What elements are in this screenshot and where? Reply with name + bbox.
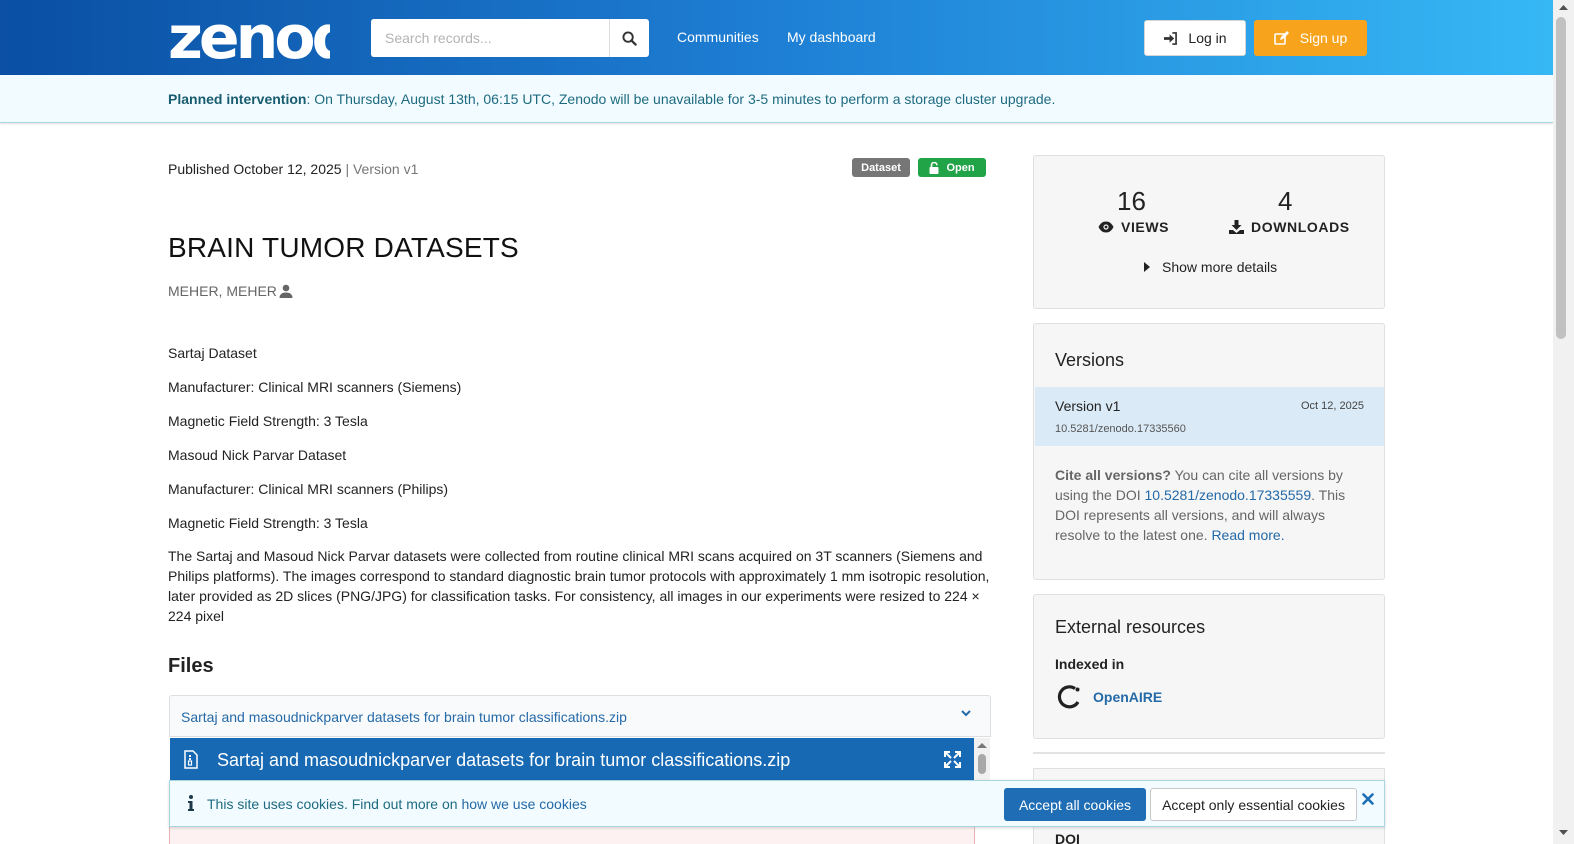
accept-all-cookies-button[interactable]: Accept all cookies bbox=[1004, 788, 1146, 821]
signup-button[interactable]: Sign up bbox=[1254, 20, 1367, 56]
downloads-label: DOWNLOADS bbox=[1229, 219, 1350, 235]
doi-label: DOI bbox=[1055, 831, 1080, 844]
top-header: zenodo Communities My dashboard Log in S… bbox=[0, 0, 1553, 75]
cookie-banner: This site uses cookies. Find out more on… bbox=[169, 780, 1385, 827]
publication-info: Published October 12, 2025 | Version v1 bbox=[168, 161, 418, 177]
stats-card: 16 VIEWS 4 DOWNLOADS Show more details bbox=[1033, 155, 1385, 309]
eye-icon bbox=[1098, 221, 1114, 233]
accept-essential-cookies-button[interactable]: Accept only essential cookies bbox=[1150, 788, 1357, 821]
indexed-in-label: Indexed in bbox=[1055, 656, 1125, 672]
cite-strong: Cite all versions? bbox=[1055, 467, 1171, 483]
maintenance-banner: Planned intervention: On Thursday, Augus… bbox=[0, 75, 1553, 123]
close-icon[interactable] bbox=[1362, 793, 1374, 805]
description-line: Magnetic Field Strength: 3 Tesla bbox=[168, 413, 368, 429]
search-icon bbox=[622, 30, 637, 46]
zenodo-logo[interactable]: zenodo bbox=[168, 4, 330, 64]
login-button[interactable]: Log in bbox=[1144, 20, 1246, 56]
sidebar-divider bbox=[1033, 752, 1385, 754]
cookie-policy-link[interactable]: how we use cookies bbox=[461, 796, 586, 812]
login-label: Log in bbox=[1188, 30, 1227, 46]
banner-message: : On Thursday, August 13th, 06:15 UTC, Z… bbox=[306, 91, 1056, 107]
download-icon bbox=[1229, 220, 1244, 234]
record-title: BRAIN TUMOR DATASETS bbox=[168, 232, 519, 263]
version-item[interactable]: Version v1 Oct 12, 2025 10.5281/zenodo.1… bbox=[1035, 387, 1384, 446]
creator-name: MEHER, MEHER bbox=[168, 283, 277, 299]
published-date: Published October 12, 2025 bbox=[168, 161, 342, 177]
banner-strong: Planned intervention bbox=[168, 91, 307, 107]
access-badge: Open bbox=[918, 158, 986, 177]
description-line: Magnetic Field Strength: 3 Tesla bbox=[168, 515, 368, 531]
read-more-link[interactable]: Read more. bbox=[1211, 527, 1284, 543]
search-box bbox=[371, 19, 649, 57]
description-line: Manufacturer: Clinical MRI scanners (Phi… bbox=[168, 481, 449, 497]
search-button[interactable] bbox=[609, 19, 649, 57]
page-scroll-thumb[interactable] bbox=[1556, 17, 1566, 339]
cookie-message: This site uses cookies. Find out more on bbox=[207, 796, 462, 812]
files-heading: Files bbox=[168, 655, 214, 677]
openaire-link[interactable]: OpenAIRE bbox=[1055, 683, 1162, 711]
description-line: Sartaj Dataset bbox=[168, 345, 257, 361]
signup-label: Sign up bbox=[1299, 30, 1348, 46]
expand-icon[interactable] bbox=[944, 751, 961, 768]
external-heading: External resources bbox=[1055, 617, 1206, 637]
sign-in-icon bbox=[1164, 31, 1178, 45]
preview-scrollbar[interactable] bbox=[974, 738, 990, 782]
cookie-text: This site uses cookies. Find out more on… bbox=[207, 796, 587, 812]
versions-heading: Versions bbox=[1055, 350, 1125, 370]
nav-communities[interactable]: Communities bbox=[677, 29, 759, 45]
cite-all-versions: Cite all versions? You can cite all vers… bbox=[1055, 465, 1367, 545]
banner-text: Planned intervention: On Thursday, Augus… bbox=[168, 91, 1055, 107]
chevron-down-icon bbox=[961, 710, 971, 717]
downloads-label-text: DOWNLOADS bbox=[1251, 219, 1350, 235]
show-more-details[interactable]: Show more details bbox=[1144, 259, 1277, 275]
openaire-label: OpenAIRE bbox=[1093, 689, 1163, 705]
views-count: 16 bbox=[1117, 186, 1146, 216]
info-icon bbox=[188, 795, 194, 811]
views-label: VIEWS bbox=[1098, 219, 1169, 235]
downloads-count: 4 bbox=[1278, 186, 1293, 216]
scroll-up-icon bbox=[977, 743, 987, 774]
description-paragraph: The Sartaj and Masoud Nick Parvar datase… bbox=[168, 548, 990, 624]
description-line: Manufacturer: Clinical MRI scanners (Sie… bbox=[168, 379, 462, 395]
svg-text:zenodo: zenodo bbox=[168, 4, 330, 64]
creator-link[interactable]: MEHER, MEHER bbox=[168, 283, 293, 299]
lock-open-icon bbox=[929, 161, 939, 174]
preview-file-name: Sartaj and masoudnickparver datasets for… bbox=[217, 750, 791, 770]
search-input[interactable] bbox=[371, 19, 609, 57]
concept-doi-link[interactable]: 10.5281/zenodo.17335559 bbox=[1145, 487, 1312, 503]
user-icon bbox=[279, 284, 293, 298]
versions-card: Versions Version v1 Oct 12, 2025 10.5281… bbox=[1033, 323, 1385, 580]
nav-my-dashboard[interactable]: My dashboard bbox=[787, 29, 876, 45]
files-accordion[interactable]: Sartaj and masoudnickparver datasets for… bbox=[169, 695, 991, 737]
version-label: | Version v1 bbox=[341, 161, 419, 177]
caret-right-icon bbox=[1144, 262, 1150, 272]
external-resources-card: External resources Indexed in OpenAIRE bbox=[1033, 594, 1385, 739]
resource-type-badge: Dataset bbox=[852, 158, 910, 177]
access-label: Open bbox=[946, 161, 975, 174]
preview-content-strip bbox=[169, 827, 975, 844]
views-label-text: VIEWS bbox=[1121, 219, 1170, 235]
version-name: Version v1 bbox=[1055, 398, 1121, 414]
edit-icon bbox=[1273, 30, 1289, 45]
show-more-label: Show more details bbox=[1162, 259, 1278, 275]
file-preview-header: Sartaj and masoudnickparver datasets for… bbox=[170, 738, 974, 782]
file-archive-icon bbox=[184, 750, 198, 769]
accordion-file-name: Sartaj and masoudnickparver datasets for… bbox=[181, 709, 627, 725]
version-doi: 10.5281/zenodo.17335560 bbox=[1055, 423, 1186, 435]
description-line: Masoud Nick Parvar Dataset bbox=[168, 447, 347, 463]
version-date: Oct 12, 2025 bbox=[1301, 400, 1364, 412]
openaire-icon bbox=[1057, 685, 1080, 709]
